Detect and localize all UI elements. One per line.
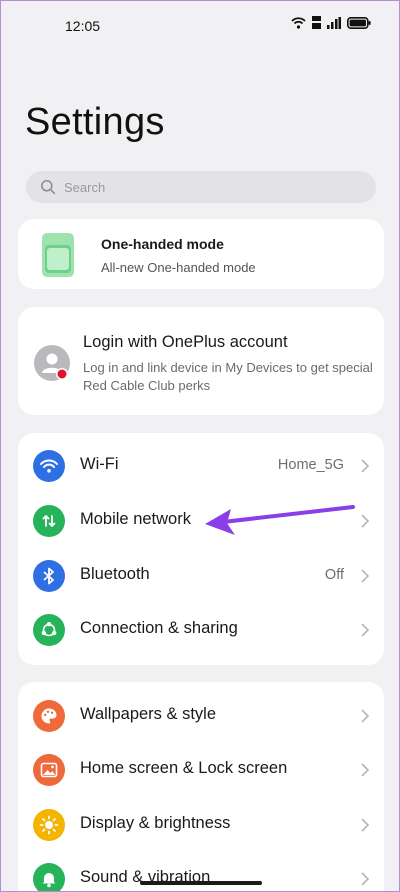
brightness-icon — [33, 809, 65, 841]
mobile-network-label: Mobile network — [80, 510, 191, 528]
one-handed-mode-card[interactable]: One-handed mode All-new One-handed mode — [18, 219, 384, 289]
display-brightness-label: Display & brightness — [80, 814, 231, 832]
settings-item-display-brightness[interactable]: Display & brightness — [18, 799, 384, 853]
chevron-right-icon — [361, 569, 370, 583]
phone-illustration-icon — [42, 233, 74, 277]
palette-icon — [33, 700, 65, 732]
volte-icon — [312, 16, 321, 29]
chevron-right-icon — [361, 872, 370, 886]
settings-item-sound-vibration[interactable]: Sound & vibration — [18, 853, 384, 891]
wifi-label: Wi-Fi — [80, 455, 119, 473]
home-lock-screen-label: Home screen & Lock screen — [80, 759, 288, 777]
mobile-data-icon — [33, 505, 65, 537]
search-bar[interactable]: Search — [26, 171, 376, 203]
chevron-right-icon — [361, 459, 370, 473]
status-bar: 12:05 — [1, 1, 399, 49]
connectivity-group: Wi-Fi Home_5G Mobile network Bluetooth O… — [18, 433, 384, 665]
wifi-status-icon — [291, 16, 306, 29]
settings-item-connection-sharing[interactable]: Connection & sharing — [18, 604, 384, 658]
search-icon — [41, 180, 56, 195]
bluetooth-label: Bluetooth — [80, 565, 150, 583]
card-title: One-handed mode — [101, 236, 224, 252]
wifi-value: Home_5G — [277, 457, 344, 473]
page-title: Settings — [25, 101, 165, 143]
bell-icon — [33, 863, 65, 891]
account-subtitle: Log in and link device in My Devices to … — [83, 360, 373, 393]
chevron-right-icon — [361, 763, 370, 777]
search-placeholder: Search — [64, 179, 106, 195]
bluetooth-value: Off — [324, 567, 344, 583]
battery-icon — [347, 16, 371, 29]
chevron-right-icon — [361, 623, 370, 637]
wallpapers-label: Wallpapers & style — [80, 705, 217, 723]
card-subtitle: All-new One-handed mode — [101, 260, 256, 275]
home-indicator[interactable] — [140, 881, 262, 885]
chevron-right-icon — [361, 514, 370, 528]
status-time: 12:05 — [65, 18, 101, 34]
annotation-arrow-icon — [205, 505, 355, 535]
chevron-right-icon — [361, 709, 370, 723]
settings-item-home-lock-screen[interactable]: Home screen & Lock screen — [18, 744, 384, 798]
settings-item-wallpapers[interactable]: Wallpapers & style — [18, 690, 384, 744]
account-login-card[interactable]: Login with OnePlus account Log in and li… — [18, 307, 384, 415]
status-icons — [291, 16, 371, 29]
account-title: Login with OnePlus account — [83, 333, 288, 351]
wifi-icon — [33, 450, 65, 482]
image-icon — [33, 754, 65, 786]
settings-screen: 12:05 Settings Search One-handed mode Al… — [0, 0, 400, 892]
chevron-right-icon — [361, 818, 370, 832]
signal-icon — [327, 16, 341, 29]
bluetooth-icon — [33, 560, 65, 592]
settings-item-wifi[interactable]: Wi-Fi Home_5G — [18, 440, 384, 494]
avatar-icon — [34, 345, 70, 381]
connection-sharing-label: Connection & sharing — [80, 619, 238, 637]
share-icon — [33, 614, 65, 646]
personalization-group: Wallpapers & style Home screen & Lock sc… — [18, 682, 384, 891]
settings-item-bluetooth[interactable]: Bluetooth Off — [18, 550, 384, 604]
